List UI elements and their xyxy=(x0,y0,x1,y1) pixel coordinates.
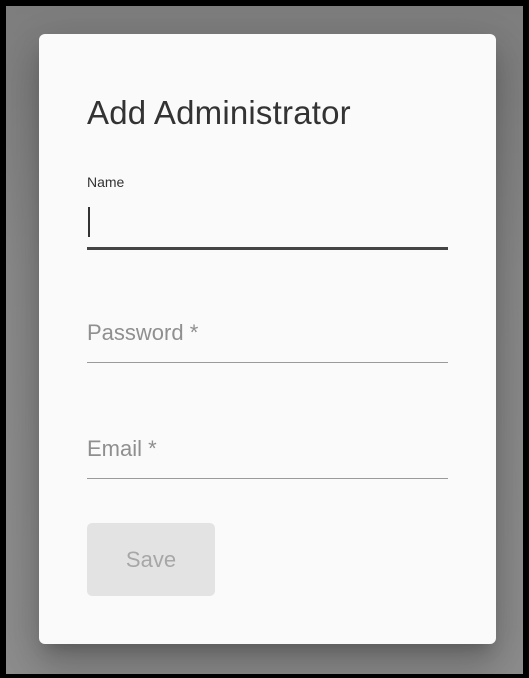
email-field[interactable]: Email * xyxy=(87,426,448,482)
dialog-title: Add Administrator xyxy=(87,94,351,131)
window-frame: Add Administrator Name Password * Email … xyxy=(0,0,529,678)
add-administrator-dialog: Add Administrator Name Password * Email … xyxy=(39,34,496,644)
password-field[interactable]: Password * xyxy=(87,310,448,366)
name-field[interactable]: Name xyxy=(87,167,448,253)
save-button[interactable]: Save xyxy=(87,523,215,596)
